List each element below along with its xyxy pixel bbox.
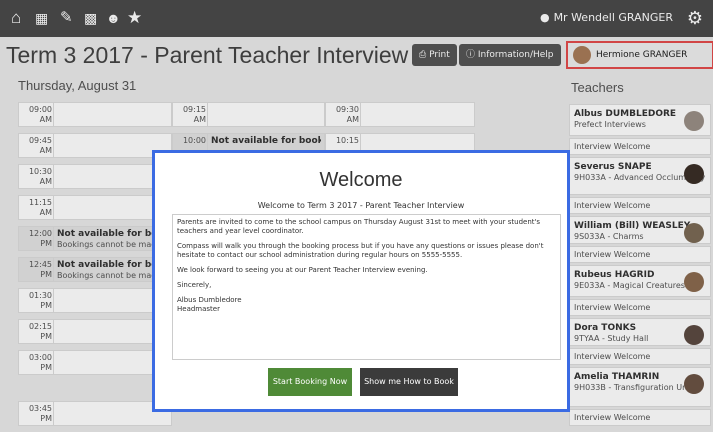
message-paragraph: Parents are invited to come to the schoo… [177, 218, 541, 235]
message-paragraph: Sincerely, [177, 281, 212, 289]
start-booking-button[interactable]: Start Booking Now [268, 368, 352, 396]
message-paragraph: We look forward to seeing you at our Par… [177, 266, 428, 274]
signature-name: Albus Dumbledore [177, 296, 242, 304]
message-paragraph: Compass will walk you through the bookin… [177, 242, 544, 259]
dialog-message: Parents are invited to come to the schoo… [172, 214, 561, 360]
show-how-to-book-button[interactable]: Show me How to Book [360, 368, 458, 396]
dialog-title: Welcome [319, 169, 403, 191]
dialog-subtitle: Welcome to Term 3 2017 - Parent Teacher … [257, 201, 465, 210]
signature-title: Headmaster [177, 305, 220, 313]
welcome-dialog: Welcome Welcome to Term 3 2017 - Parent … [152, 150, 570, 412]
